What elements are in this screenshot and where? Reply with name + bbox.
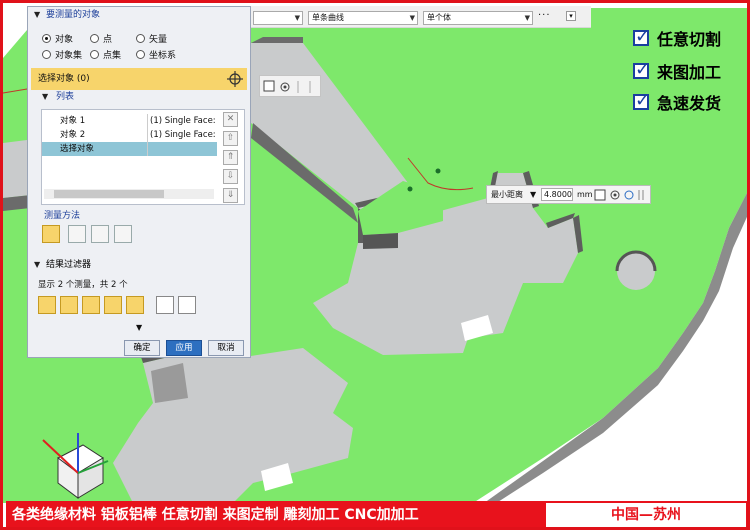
- filter-curve-icon[interactable]: [82, 296, 100, 314]
- object-list: 对象 1 (1) Single Face: I 对象 2 (1) Single Fa…: [41, 109, 245, 205]
- cancel-button[interactable]: 取消: [208, 340, 244, 356]
- filter-hatch-icon[interactable]: [156, 296, 174, 314]
- radio-point[interactable]: 点: [90, 32, 112, 45]
- remove-icon[interactable]: ✕: [223, 112, 238, 127]
- checkbox-icon: [633, 26, 650, 47]
- filter-section-header[interactable]: ▼ 结果过滤器: [28, 257, 250, 273]
- list-item[interactable]: 对象 2 (1) Single Face: I: [42, 128, 217, 142]
- banner-location-text: 中国—苏州: [546, 503, 746, 527]
- filter-area-icon[interactable]: [104, 296, 122, 314]
- measurement-readout: 最小距离 ▼ 4.8000 mm: [486, 185, 651, 204]
- radio-csys[interactable]: 坐标系: [136, 48, 176, 61]
- measure-value-field[interactable]: 4.8000: [541, 188, 573, 201]
- filter-volume-icon[interactable]: [126, 296, 144, 314]
- measure-dialog: ▼ 要测量的对象 对象 点 矢量 对象集 点集 坐标系 选择对象 (0) ▼ 列表 …: [27, 6, 251, 358]
- filter-distance-icon[interactable]: [38, 296, 56, 314]
- select-object-row[interactable]: 选择对象 (0): [31, 68, 247, 90]
- list-item-selected[interactable]: 选择对象: [42, 142, 217, 156]
- collapse-triangle-icon: ▼: [34, 260, 41, 269]
- collapse-triangle-icon: ▼: [34, 10, 41, 19]
- move-down-icon[interactable]: ⇩: [223, 169, 238, 184]
- expand-more-icon[interactable]: ▼: [136, 323, 142, 332]
- method-projected-icon[interactable]: [68, 225, 86, 243]
- promo-item-shipping: 急速发货: [633, 90, 721, 113]
- mini-selection-bar: [259, 75, 321, 97]
- radio-object-set[interactable]: 对象集: [42, 48, 82, 61]
- collapse-triangle-icon: ▼: [42, 92, 49, 101]
- filter-angle-icon[interactable]: [60, 296, 78, 314]
- radio-point-set[interactable]: 点集: [90, 48, 121, 61]
- method-section-header: 测量方法: [44, 211, 81, 221]
- list-section-header[interactable]: ▼ 列表: [28, 89, 250, 105]
- chevron-down-icon[interactable]: ▾: [566, 11, 576, 21]
- radio-dot-icon: [90, 34, 99, 43]
- image-frame: ▼ 单条曲线▼ 单个体▼ ··· ▾ 任意切割 来图加工 急速发货 最小距离 ▼…: [0, 0, 750, 530]
- promo-item-drawing: 来图加工: [633, 59, 721, 82]
- radio-dot-icon: [90, 50, 99, 59]
- measure-type-dropdown-icon[interactable]: ▼: [530, 186, 536, 203]
- promo-banner: 各类绝缘材料 铝板铝棒 任意切割 来图定制 雕刻加工 CNC加加工 中国—苏州: [6, 501, 747, 527]
- ok-button[interactable]: 确定: [124, 340, 160, 356]
- promo-item-cut: 任意切割: [633, 26, 721, 49]
- radio-dot-icon: [136, 50, 145, 59]
- more-options-icon[interactable]: ···: [538, 10, 551, 21]
- radio-dot-icon: [136, 34, 145, 43]
- radio-vector[interactable]: 矢量: [136, 32, 167, 45]
- readout-icons[interactable]: [593, 188, 649, 202]
- radio-object[interactable]: 对象: [42, 32, 73, 45]
- method-screen-icon[interactable]: [91, 225, 109, 243]
- crosshair-icon[interactable]: [227, 71, 243, 87]
- curve-rule-combo[interactable]: 单条曲线 ▼: [308, 11, 418, 25]
- objects-section-header[interactable]: ▼ 要测量的对象: [28, 7, 250, 23]
- banner-services-text: 各类绝缘材料 铝板铝棒 任意切割 来图定制 雕刻加工 CNC加加工: [12, 507, 419, 523]
- checkbox-icon: [633, 59, 650, 80]
- body-rule-combo[interactable]: 单个体 ▼: [423, 11, 533, 25]
- filter-table-icon[interactable]: [178, 296, 196, 314]
- horizontal-scrollbar[interactable]: [44, 189, 214, 199]
- method-length-icon[interactable]: [114, 225, 132, 243]
- list-item[interactable]: 对象 1 (1) Single Face: I: [42, 114, 217, 128]
- measure-unit-label: mm: [577, 190, 593, 199]
- move-up-icon[interactable]: ⇧: [223, 131, 238, 146]
- filter-combo-1[interactable]: ▼: [253, 11, 303, 25]
- radio-dot-icon: [42, 50, 51, 59]
- radio-dot-icon: [42, 34, 51, 43]
- checkbox-icon: [633, 90, 650, 111]
- mini-bar-icons[interactable]: [260, 76, 322, 98]
- scrollbar-thumb[interactable]: [54, 190, 164, 198]
- filter-summary: 显示 2 个测量，共 2 个: [38, 280, 128, 290]
- move-bottom-icon[interactable]: ⇓: [223, 188, 238, 203]
- method-distance-icon[interactable]: [42, 225, 60, 243]
- measure-type-label[interactable]: 最小距离: [491, 186, 523, 203]
- move-top-icon[interactable]: ⇑: [223, 150, 238, 165]
- apply-button[interactable]: 应用: [166, 340, 202, 356]
